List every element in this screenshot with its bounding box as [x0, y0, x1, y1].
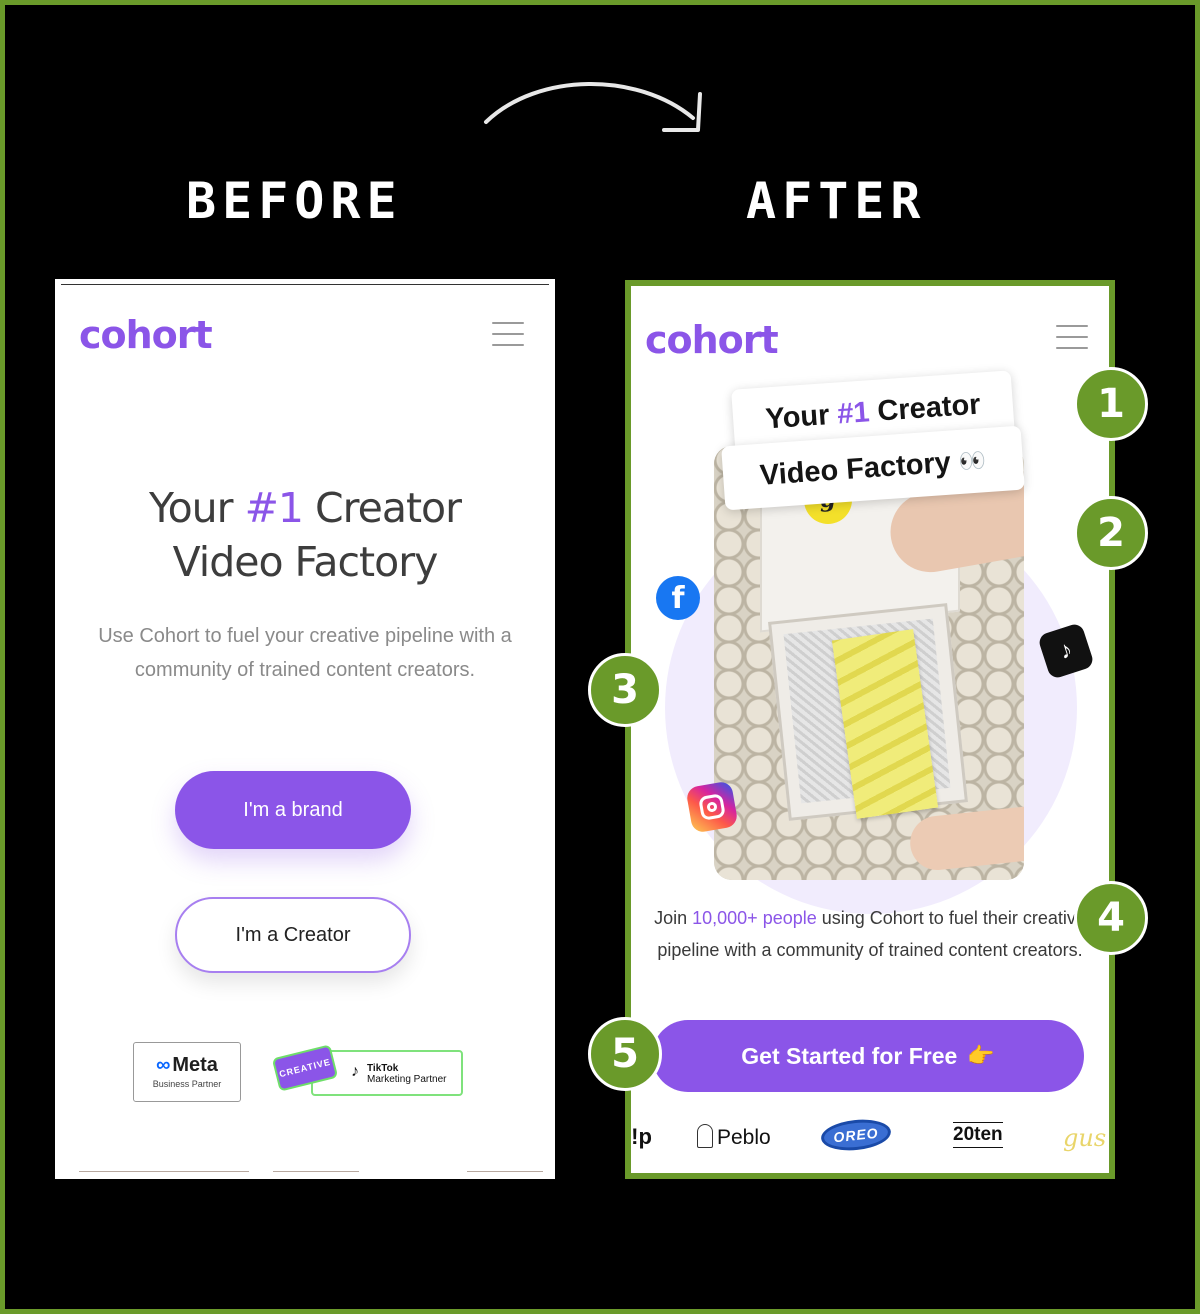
- title-prefix: Your: [149, 484, 245, 532]
- meta-infinity-icon: ∞: [156, 1054, 171, 1076]
- eyes-emoji-icon: 👀: [957, 447, 987, 474]
- title-suffix: Creator: [303, 484, 462, 532]
- peblo-mark-icon: [697, 1124, 713, 1148]
- brand-logo-strip: l!p Peblo OREO 20ten gus: [631, 1116, 1109, 1156]
- instagram-icon: [685, 780, 739, 834]
- brand-logo: l!p: [631, 1124, 652, 1149]
- meta-badge-subtitle: Business Partner: [152, 1079, 222, 1089]
- title-line2: Video Factory: [172, 538, 439, 586]
- divider: [61, 284, 549, 285]
- brand-logo: 20ten: [953, 1122, 1003, 1148]
- tag-highlight: #1: [836, 395, 871, 430]
- pointing-hand-icon: 👉: [967, 1043, 995, 1068]
- page-subtitle: Use Cohort to fuel your creative pipelin…: [98, 625, 512, 681]
- page-title: Your #1 Creator Video Factory: [55, 481, 555, 589]
- before-screen: cohort Your #1 Creator Video Factory Use…: [55, 279, 555, 1179]
- menu-icon[interactable]: [492, 322, 524, 346]
- tiktok-badge-name: TikTok: [367, 1063, 399, 1074]
- subtitle-highlight: 10,000+ people: [692, 908, 817, 928]
- after-screen: cohort g Your#1Creator Video Factory👀 f …: [625, 280, 1115, 1179]
- before-heading: BEFORE: [186, 172, 403, 230]
- brand-logo: gus: [1063, 1124, 1107, 1152]
- title-highlight: #1: [244, 484, 304, 532]
- meta-badge-name: Meta: [172, 1054, 218, 1076]
- callout-badge: 4: [1074, 881, 1148, 955]
- brand-logo: Peblo: [697, 1124, 771, 1150]
- bottom-divider: [55, 1171, 555, 1173]
- page-subtitle: Join 10,000+ people using Cohort to fuel…: [651, 902, 1089, 966]
- tag-suffix: Creator: [876, 388, 982, 428]
- tag-line2-text: Video Factory: [758, 446, 952, 492]
- callout-badge: 3: [588, 653, 662, 727]
- tiktok-note-icon: ♪: [351, 1063, 359, 1080]
- facebook-icon: f: [656, 576, 700, 620]
- brand-logo: OREO: [819, 1116, 893, 1154]
- subtitle-prefix: Join: [654, 908, 693, 928]
- after-heading: AFTER: [746, 172, 927, 230]
- menu-icon[interactable]: [1056, 325, 1088, 349]
- callout-badge: 2: [1074, 496, 1148, 570]
- get-started-button[interactable]: Get Started for Free 👉: [652, 1020, 1084, 1092]
- hero-photo: g: [714, 446, 1024, 880]
- brand-logo-text: Peblo: [717, 1126, 771, 1149]
- logo[interactable]: cohort: [79, 313, 213, 357]
- tiktok-partner-badge: ♪ TikTok Marketing Partner CREATIVE: [271, 1044, 467, 1101]
- tiktok-badge-subtitle: Marketing Partner: [367, 1074, 447, 1085]
- brand-button[interactable]: I'm a brand: [175, 771, 411, 849]
- callout-badge: 5: [588, 1017, 662, 1091]
- tag-prefix: Your: [764, 398, 831, 435]
- cta-label: Get Started for Free: [741, 1042, 958, 1069]
- meta-partner-badge: ∞ Meta Business Partner: [133, 1042, 241, 1102]
- transition-arrow-icon: [484, 82, 702, 132]
- callout-badge: 1: [1074, 367, 1148, 441]
- logo[interactable]: cohort: [645, 318, 779, 362]
- creator-button[interactable]: I'm a Creator: [175, 897, 411, 973]
